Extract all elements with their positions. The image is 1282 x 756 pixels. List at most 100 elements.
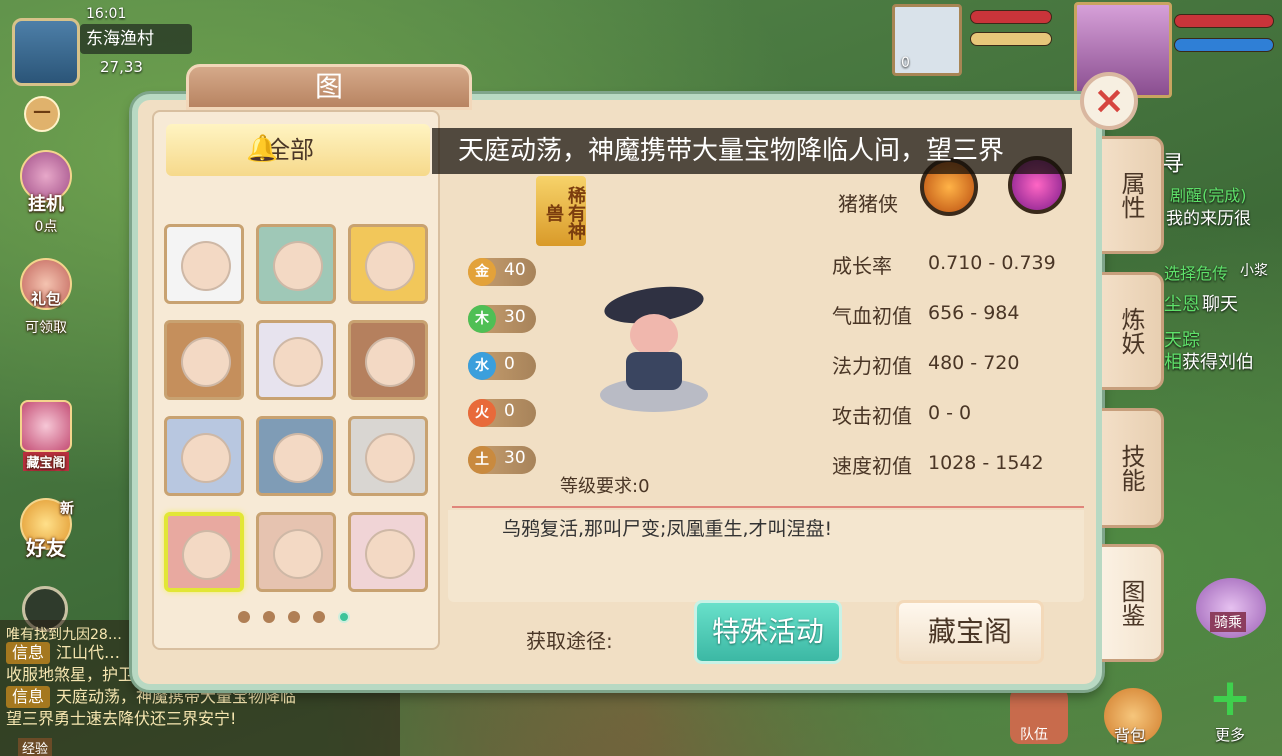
gift-pack-button[interactable]: 礼包 可领取 (12, 258, 80, 337)
mount-button[interactable]: 骑乘 (1196, 578, 1266, 638)
close-button[interactable]: × (1080, 72, 1138, 130)
princess-portrait (273, 529, 323, 579)
level-requirement: 等级要求:0 (560, 476, 650, 497)
team-label: 队伍 (1020, 727, 1048, 743)
treasure-side-label: 藏宝阁 (23, 452, 69, 471)
stat-label: 速度初值 (832, 454, 912, 478)
tab-skills[interactable]: 技能 (1102, 408, 1164, 528)
element-affinity: 金 40 (468, 258, 536, 286)
stat-value: 480 - 720 (928, 352, 1020, 374)
element-affinity: 水0 (468, 352, 536, 380)
treasure-pavilion-button[interactable]: 藏宝阁 (896, 600, 1044, 664)
element-icon: 木 (468, 305, 496, 333)
chat-line: 唯有找到九因28… (6, 627, 122, 642)
element-affinity: 土 30 (468, 446, 536, 474)
pet-portrait-cell[interactable] (348, 320, 428, 400)
page-indicator (238, 608, 363, 627)
divider-line (452, 506, 1084, 508)
page-dot[interactable] (238, 611, 250, 623)
green-ghost-portrait (273, 241, 323, 291)
close-icon: × (1093, 78, 1125, 122)
panda-portrait (181, 241, 231, 291)
blonde-girl-portrait (365, 241, 415, 291)
rarity-tag: 稀有神兽 (536, 176, 586, 246)
tab-attributes[interactable]: 属性 (1102, 136, 1164, 254)
element-affinity: 木 30 (468, 305, 536, 333)
stat-value: 0 - 0 (928, 402, 972, 424)
clock: 16:01 (86, 6, 127, 22)
quest-text: 相 (1164, 352, 1182, 373)
quest-text: 尘恩 (1164, 294, 1200, 315)
panel-title: 图 鉴 (186, 64, 472, 143)
bag-label: 背包 (1114, 726, 1147, 745)
friends-button[interactable]: 好友 新 (12, 498, 80, 561)
element-icon: 火 (468, 399, 496, 427)
pet-portrait-cell[interactable] (256, 416, 336, 496)
dark-hair-man-portrait (365, 337, 415, 387)
special-event-button[interactable]: 特殊活动 (694, 600, 842, 664)
chat-tag: 信息 (6, 686, 51, 708)
stat-label: 法力初值 (832, 354, 912, 378)
element-value: 30 (504, 307, 526, 327)
quest-text: 寻 (1162, 152, 1185, 177)
page-dot[interactable] (263, 611, 275, 623)
quest-text: 小浆 (1240, 263, 1268, 279)
stat-label: 气血初值 (832, 304, 912, 328)
team-button[interactable]: 队伍 (1010, 688, 1068, 744)
tab-codex[interactable]: 图鉴 (1102, 544, 1164, 662)
pet-portrait-cell[interactable] (348, 416, 428, 496)
map-icon[interactable] (12, 18, 80, 86)
element-icon: 土 (468, 446, 496, 474)
pet-exp-bar (970, 32, 1052, 46)
gift-label: 礼包 (30, 290, 61, 308)
tab-refine[interactable]: 炼妖 (1102, 272, 1164, 390)
pet-model-image (592, 281, 716, 414)
pet-portrait-cell[interactable] (164, 512, 244, 592)
pet-portrait-cell[interactable] (348, 224, 428, 304)
pet-name: 猪猪侠 (838, 192, 898, 216)
bag-button[interactable]: 背包 (1104, 688, 1162, 745)
pink-maiden-portrait (365, 529, 415, 579)
collapse-minus-button[interactable]: − (24, 96, 60, 132)
pet-portrait-cell[interactable] (256, 512, 336, 592)
filter-dropdown[interactable]: 全部 (166, 124, 430, 176)
element-icon: 水 (468, 352, 496, 380)
player-mp-bar (1174, 38, 1274, 52)
page-dot[interactable] (288, 611, 300, 623)
exp-label: 经验 (18, 738, 53, 756)
element-value: 0 (504, 401, 515, 421)
page-dot[interactable] (338, 611, 350, 623)
page-dot[interactable] (313, 611, 325, 623)
pet-portrait-cell[interactable] (348, 512, 428, 592)
friends-new-badge: 新 (60, 501, 74, 517)
gift-box-icon (20, 400, 72, 452)
plus-icon: + (1208, 668, 1252, 728)
quest-text: 我的来历很 (1166, 209, 1251, 229)
chat-line: 江山代… (56, 643, 121, 662)
hang-up-label: 挂机 (28, 194, 64, 215)
scrolling-announcement: 天庭动荡，神魔携带大量宝物降临人间，望三界 (432, 128, 1072, 174)
stat-label: 攻击初值 (832, 404, 912, 428)
more-button[interactable]: + 更多 (1198, 672, 1262, 744)
treasure-pavilion-side-button[interactable]: 藏宝阁 (12, 400, 80, 471)
stat-value: 0.710 - 0.739 (928, 252, 1056, 274)
quest-text: 剧醒(完成) (1170, 186, 1247, 205)
coordinates: 27,33 (100, 58, 143, 76)
hang-up-points: 0点 (34, 219, 58, 235)
player-hp-bar (1174, 14, 1274, 28)
pet-hp-bar (970, 10, 1052, 24)
pet-portrait-cell[interactable] (164, 320, 244, 400)
quest-text: 选择危传 (1164, 264, 1229, 283)
pet-portrait-cell[interactable] (164, 224, 244, 304)
pet-avatar[interactable]: 0 (892, 4, 962, 76)
element-value: 0 (504, 354, 515, 374)
pet-portrait-cell[interactable] (256, 320, 336, 400)
pet-portrait-cell[interactable] (164, 416, 244, 496)
location-name[interactable]: 东海渔村 (80, 24, 192, 54)
silver-elf-portrait (181, 433, 231, 483)
quest-text: 获得刘伯 (1182, 352, 1254, 373)
bearded-man-portrait (181, 337, 231, 387)
pet-portrait-cell[interactable] (256, 224, 336, 304)
quest-text: 聊天 (1202, 294, 1238, 315)
hang-up-button[interactable]: 挂机 0点 (12, 150, 80, 236)
